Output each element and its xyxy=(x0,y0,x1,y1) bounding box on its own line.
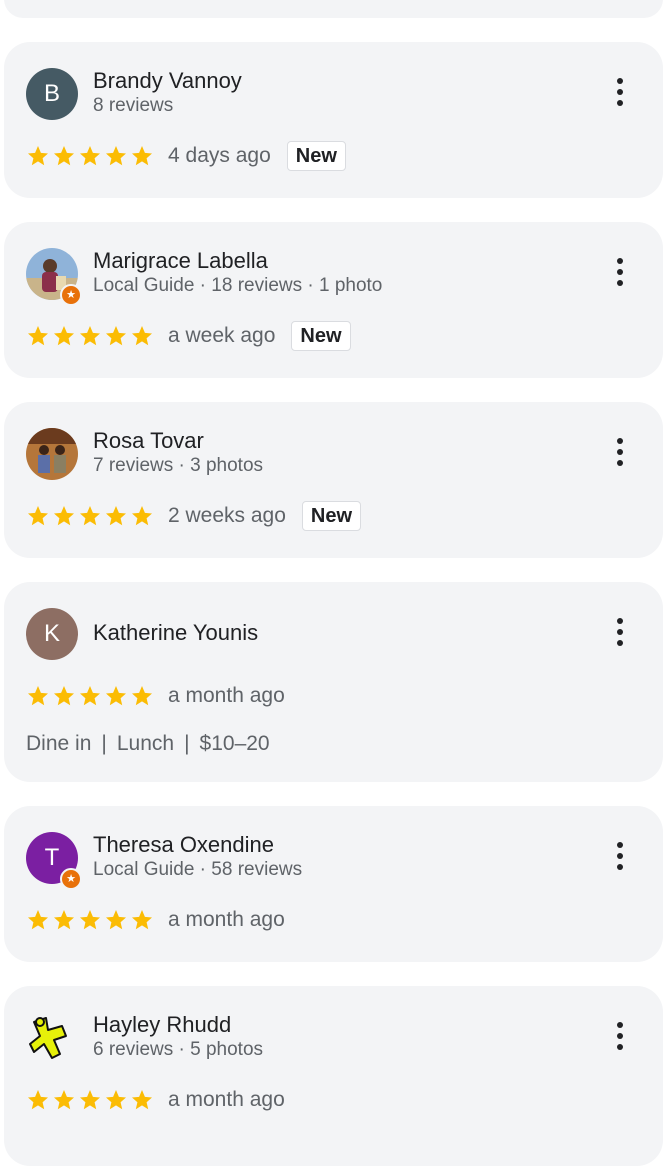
star-rating xyxy=(26,504,154,528)
review-time: 4 days ago xyxy=(168,144,271,167)
reviewer-name[interactable]: Hayley Rhudd xyxy=(93,1012,231,1038)
rating-row: a week ago New xyxy=(26,320,351,352)
review-time: 2 weeks ago xyxy=(168,504,286,527)
star-icon xyxy=(132,1090,152,1110)
review-time: a month ago xyxy=(168,1088,285,1111)
rating-row: 2 weeks ago New xyxy=(26,500,362,532)
reviewer-name[interactable]: Brandy Vannoy xyxy=(93,68,242,94)
star-rating xyxy=(26,324,154,348)
star-icon xyxy=(132,506,152,526)
star-icon xyxy=(106,506,126,526)
avatar[interactable]: ★ xyxy=(26,248,82,306)
more-options-icon[interactable] xyxy=(613,618,627,652)
star-rating xyxy=(26,144,154,168)
reviewer-subtitle: 6 reviews · 5 photos xyxy=(93,1039,264,1060)
avatar[interactable]: T ★ xyxy=(26,832,82,890)
star-icon xyxy=(80,506,100,526)
star-icon xyxy=(54,686,74,706)
star-icon xyxy=(80,326,100,346)
review-card: T ★ Theresa Oxendine Local Guide · 58 re… xyxy=(4,806,663,962)
star-icon xyxy=(54,146,74,166)
star-icon xyxy=(28,326,48,346)
review-time: a month ago xyxy=(168,684,285,707)
reviewer-name[interactable]: Katherine Younis xyxy=(93,620,258,646)
avatar[interactable] xyxy=(26,1012,78,1064)
rating-row: a month ago xyxy=(26,904,285,936)
star-icon xyxy=(54,506,74,526)
review-card: B Brandy Vannoy 8 reviews 4 days ago New xyxy=(4,42,663,198)
star-icon xyxy=(54,326,74,346)
star-icon xyxy=(106,146,126,166)
local-guide-icon: ★ xyxy=(60,284,82,306)
star-icon xyxy=(106,686,126,706)
star-icon xyxy=(106,326,126,346)
reviewer-name[interactable]: Theresa Oxendine xyxy=(93,832,274,858)
review-card: K Katherine Younis a month ago Dine in | L… xyxy=(4,582,663,782)
new-badge: New xyxy=(291,321,351,351)
more-options-icon[interactable] xyxy=(613,842,627,876)
visit-details: Dine in | Lunch | $10–20 xyxy=(26,732,270,756)
new-badge: New xyxy=(301,501,362,531)
star-icon xyxy=(28,686,48,706)
avatar-photo xyxy=(29,1017,67,1059)
reviewer-subtitle: Local Guide · 58 reviews xyxy=(93,859,303,880)
star-icon xyxy=(54,910,74,930)
avatar-initial: T xyxy=(44,844,60,871)
divider: | xyxy=(184,732,190,755)
rating-row: a month ago xyxy=(26,680,285,712)
review-card: Hayley Rhudd 6 reviews · 5 photos a mont… xyxy=(4,986,663,1166)
reviewer-subtitle: 8 reviews xyxy=(93,95,174,116)
more-options-icon[interactable] xyxy=(613,1022,627,1056)
avatar-photo xyxy=(26,428,78,480)
meal-type: Lunch xyxy=(116,732,175,755)
star-rating xyxy=(26,684,154,708)
star-icon xyxy=(28,1090,48,1110)
more-options-icon[interactable] xyxy=(613,78,627,112)
new-badge: New xyxy=(286,141,346,171)
star-icon xyxy=(28,146,48,166)
star-icon xyxy=(28,910,48,930)
avatar[interactable]: K xyxy=(26,608,78,660)
avatar[interactable] xyxy=(26,428,78,480)
price-range: $10–20 xyxy=(199,732,270,755)
more-options-icon[interactable] xyxy=(613,438,627,472)
reviewer-subtitle: Local Guide · 18 reviews · 1 photo xyxy=(93,275,383,296)
more-options-icon[interactable] xyxy=(613,258,627,292)
reviewer-name[interactable]: Marigrace Labella xyxy=(93,248,268,274)
service-type: Dine in xyxy=(26,732,92,755)
star-icon xyxy=(132,146,152,166)
review-card-partial xyxy=(4,0,663,18)
star-icon xyxy=(80,146,100,166)
review-time: a week ago xyxy=(168,324,276,347)
divider: | xyxy=(101,732,107,755)
reviewer-subtitle: 7 reviews · 3 photos xyxy=(93,455,264,476)
local-guide-icon: ★ xyxy=(60,868,82,890)
star-icon xyxy=(54,1090,74,1110)
avatar[interactable]: B xyxy=(26,68,78,120)
star-icon xyxy=(132,910,152,930)
star-icon xyxy=(106,1090,126,1110)
star-rating xyxy=(26,908,154,932)
review-time: a month ago xyxy=(168,908,285,931)
star-rating xyxy=(26,1088,154,1112)
star-icon xyxy=(28,506,48,526)
star-icon xyxy=(132,326,152,346)
star-icon xyxy=(80,1090,100,1110)
review-card: ★ Marigrace Labella Local Guide · 18 rev… xyxy=(4,222,663,378)
rating-row: a month ago xyxy=(26,1084,285,1116)
star-icon xyxy=(80,686,100,706)
reviewer-name[interactable]: Rosa Tovar xyxy=(93,428,204,454)
star-icon xyxy=(132,686,152,706)
star-icon xyxy=(80,910,100,930)
review-card: Rosa Tovar 7 reviews · 3 photos 2 weeks … xyxy=(4,402,663,558)
star-icon xyxy=(106,910,126,930)
rating-row: 4 days ago New xyxy=(26,140,346,172)
